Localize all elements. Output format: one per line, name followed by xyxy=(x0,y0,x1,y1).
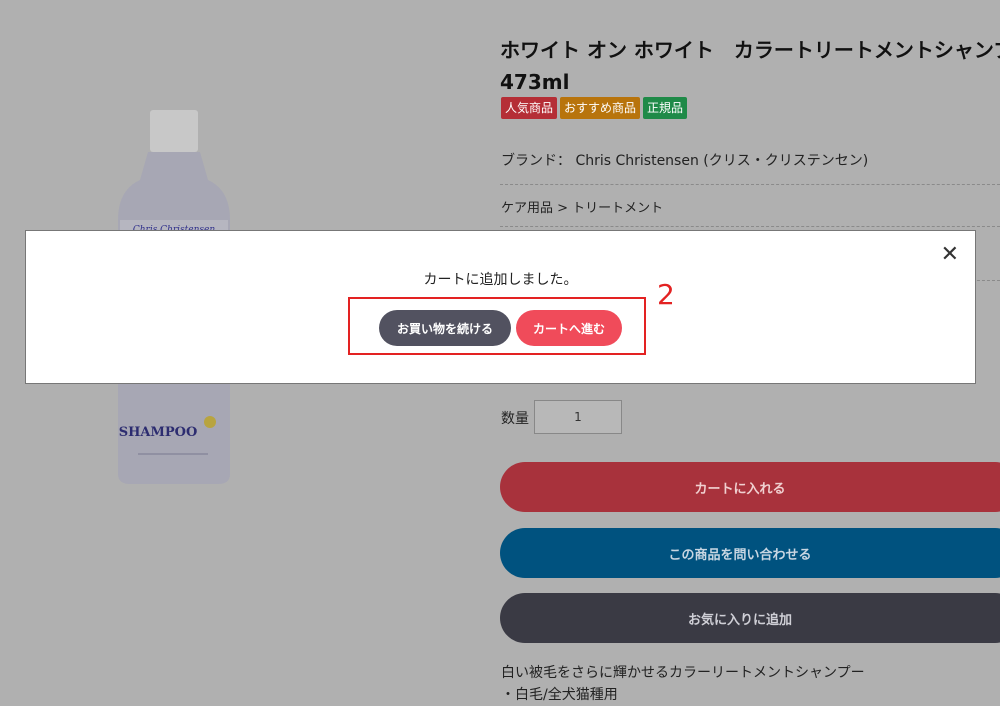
close-icon[interactable]: ✕ xyxy=(941,243,959,267)
cart-added-modal: ✕ カートに追加しました。 2 お買い物を続ける カートへ進む xyxy=(25,230,976,384)
modal-overlay: ✕ カートに追加しました。 2 お買い物を続ける カートへ進む xyxy=(0,0,1000,699)
go-to-cart-button[interactable]: カートへ進む xyxy=(516,310,622,346)
modal-message: カートに追加しました。 xyxy=(423,272,578,288)
continue-shopping-button[interactable]: お買い物を続ける xyxy=(379,310,511,346)
annotation-number: 2 xyxy=(657,278,675,311)
